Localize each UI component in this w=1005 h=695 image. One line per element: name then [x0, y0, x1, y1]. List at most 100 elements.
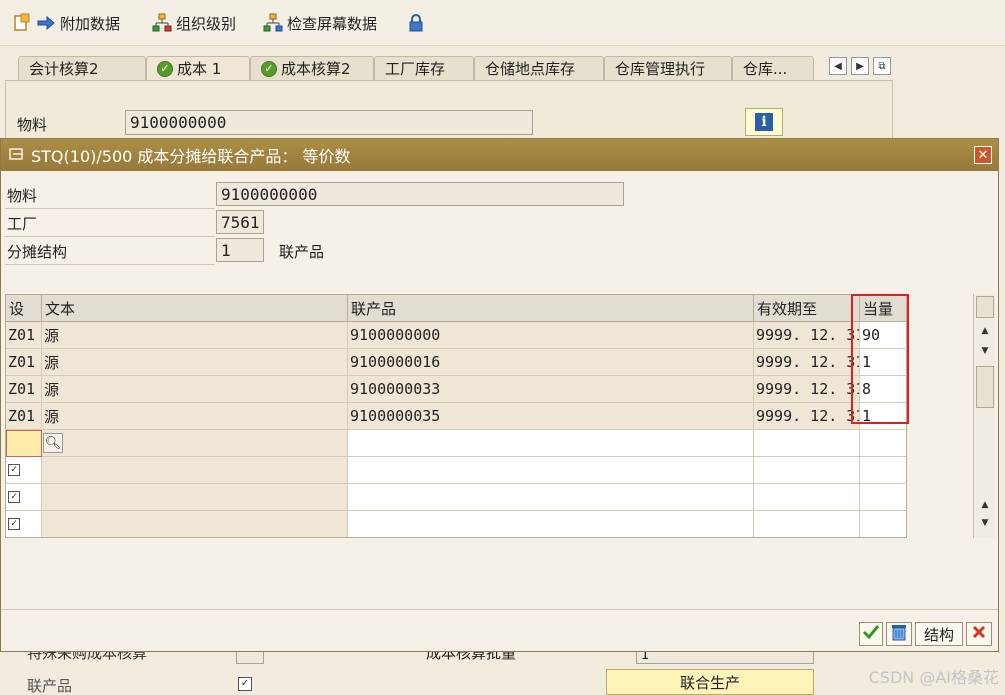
- tab-label: 会计核算2: [29, 60, 99, 78]
- material-field[interactable]: 9100000000: [216, 182, 624, 206]
- cell-valid-to[interactable]: [754, 484, 860, 511]
- cell-equivalence[interactable]: [860, 430, 906, 457]
- cell-equivalence[interactable]: [860, 484, 906, 511]
- cell-set[interactable]: Z01: [6, 322, 42, 349]
- cell-joint-product[interactable]: 9100000000: [348, 322, 754, 349]
- cell-text[interactable]: 源: [42, 403, 348, 430]
- tab-accounting-2[interactable]: 会计核算2: [18, 56, 146, 80]
- delete-button[interactable]: [886, 622, 912, 646]
- scroll-page-down-button[interactable]: ▼: [977, 516, 993, 530]
- confirm-button[interactable]: [859, 622, 883, 646]
- tab-label: 工厂库存: [385, 60, 446, 78]
- cell-joint-product[interactable]: 9100000035: [348, 403, 754, 430]
- divider: [5, 208, 215, 209]
- tab-warehouse-mgmt[interactable]: 仓库管理执行: [604, 56, 732, 80]
- cell-set[interactable]: Z01: [6, 349, 42, 376]
- tab-storage-location-stock[interactable]: 仓储地点库存: [474, 56, 604, 80]
- structure-button[interactable]: 结构: [915, 622, 963, 646]
- cell-valid-to[interactable]: 9999. 12. 31: [754, 322, 860, 349]
- cell-text[interactable]: [42, 511, 348, 537]
- check-structure-icon: [263, 13, 283, 33]
- tab-plant-stock[interactable]: 工厂库存: [374, 56, 474, 80]
- tab-label: 仓储地点库存: [485, 60, 576, 78]
- row-checkbox[interactable]: ✓: [8, 518, 20, 530]
- additional-data-button[interactable]: 附加数据: [12, 11, 120, 35]
- cell-valid-to[interactable]: 9999. 12. 31: [754, 376, 860, 403]
- apportionment-structure-field[interactable]: 1: [216, 238, 264, 262]
- lock-button[interactable]: [406, 11, 426, 35]
- tab-list-button[interactable]: ⧉: [873, 57, 891, 75]
- check-icon: ✓: [157, 60, 173, 77]
- cell-text[interactable]: 源: [42, 322, 348, 349]
- trash-icon: [890, 623, 908, 645]
- tab-costing-2[interactable]: ✓ 成本核算2: [250, 56, 374, 80]
- cell-text[interactable]: 源: [42, 376, 348, 403]
- cell-joint-product[interactable]: 9100000033: [348, 376, 754, 403]
- chevron-up-icon: ▲: [981, 500, 989, 510]
- col-header-text[interactable]: 文本: [42, 295, 348, 322]
- tab-warehouse-more[interactable]: 仓库...: [732, 56, 814, 80]
- additional-data-label: 附加数据: [60, 14, 121, 33]
- new-document-icon: [12, 13, 32, 33]
- check-icon: ✓: [261, 60, 277, 77]
- column-settings-button[interactable]: [976, 296, 994, 318]
- dialog-title: STQ(10)/500 成本分摊给联合产品： 等价数: [31, 147, 351, 166]
- apportionment-structure-label: 分摊结构: [7, 243, 68, 261]
- new-set-input[interactable]: [6, 430, 42, 457]
- cell-valid-to[interactable]: [754, 511, 860, 537]
- scroll-up-button[interactable]: ▲: [977, 324, 993, 338]
- cell-text[interactable]: [42, 484, 348, 511]
- cell-joint-product[interactable]: [348, 457, 754, 484]
- plant-label: 工厂: [7, 215, 38, 233]
- joint-production-button[interactable]: 联合生产: [606, 669, 814, 695]
- col-header-valid-to[interactable]: 有效期至: [754, 295, 860, 322]
- cell-valid-to[interactable]: [754, 430, 860, 457]
- cell-valid-to[interactable]: 9999. 12. 31: [754, 349, 860, 376]
- divider: [5, 264, 215, 265]
- row-select[interactable]: ✓: [6, 511, 42, 537]
- tab-label: 成本 1: [177, 60, 222, 78]
- cell-text[interactable]: [42, 457, 348, 484]
- cell-set[interactable]: Z01: [6, 403, 42, 430]
- row-select[interactable]: ✓: [6, 484, 42, 511]
- check-screen-data-button[interactable]: 检查屏幕数据: [263, 11, 377, 35]
- org-levels-button[interactable]: 组织级别: [152, 11, 236, 35]
- cancel-button[interactable]: [966, 622, 992, 646]
- cell-set[interactable]: Z01: [6, 376, 42, 403]
- dialog-close-button[interactable]: ✕: [974, 146, 992, 164]
- row-checkbox[interactable]: ✓: [8, 491, 20, 503]
- cell-valid-to[interactable]: 9999. 12. 31: [754, 403, 860, 430]
- cell-joint-product[interactable]: 9100000016: [348, 349, 754, 376]
- tab-scroll-right-button[interactable]: ▶: [851, 57, 869, 75]
- chevron-right-icon: ▶: [856, 60, 864, 72]
- tab-label: 仓库管理执行: [615, 60, 706, 78]
- col-header-set[interactable]: 设: [6, 295, 42, 322]
- cell-valid-to[interactable]: [754, 457, 860, 484]
- cell-equivalence[interactable]: [860, 457, 906, 484]
- row-checkbox[interactable]: ✓: [8, 464, 20, 476]
- scroll-thumb[interactable]: [976, 366, 994, 408]
- cell-text[interactable]: [42, 430, 348, 457]
- row-select[interactable]: ✓: [6, 457, 42, 484]
- cell-text[interactable]: 源: [42, 349, 348, 376]
- cancel-icon: [971, 624, 987, 644]
- col-header-joint-product[interactable]: 联产品: [348, 295, 754, 322]
- scroll-page-up-button[interactable]: ▲: [977, 498, 993, 512]
- cell-joint-product[interactable]: [348, 430, 754, 457]
- search-help-button[interactable]: 🔍︎: [43, 433, 63, 453]
- bg-material-field[interactable]: 9100000000: [125, 110, 533, 135]
- cell-joint-product[interactable]: [348, 484, 754, 511]
- bg-material-label: 物料: [17, 116, 48, 134]
- dialog-window-icon: [9, 146, 25, 165]
- cell-joint-product[interactable]: [348, 511, 754, 537]
- plant-field[interactable]: 7561: [216, 210, 264, 234]
- cell-equivalence[interactable]: [860, 511, 906, 537]
- tab-costing-1[interactable]: ✓ 成本 1: [146, 56, 250, 80]
- close-icon: ✕: [977, 147, 989, 163]
- info-button[interactable]: i: [745, 108, 783, 136]
- table-vertical-scrollbar[interactable]: ▲ ▼ ▲ ▼: [973, 294, 995, 538]
- joint-product-checkbox[interactable]: ✓: [238, 677, 252, 691]
- scroll-down-button[interactable]: ▼: [977, 344, 993, 358]
- divider: [5, 236, 215, 237]
- tab-scroll-left-button[interactable]: ◀: [829, 57, 847, 75]
